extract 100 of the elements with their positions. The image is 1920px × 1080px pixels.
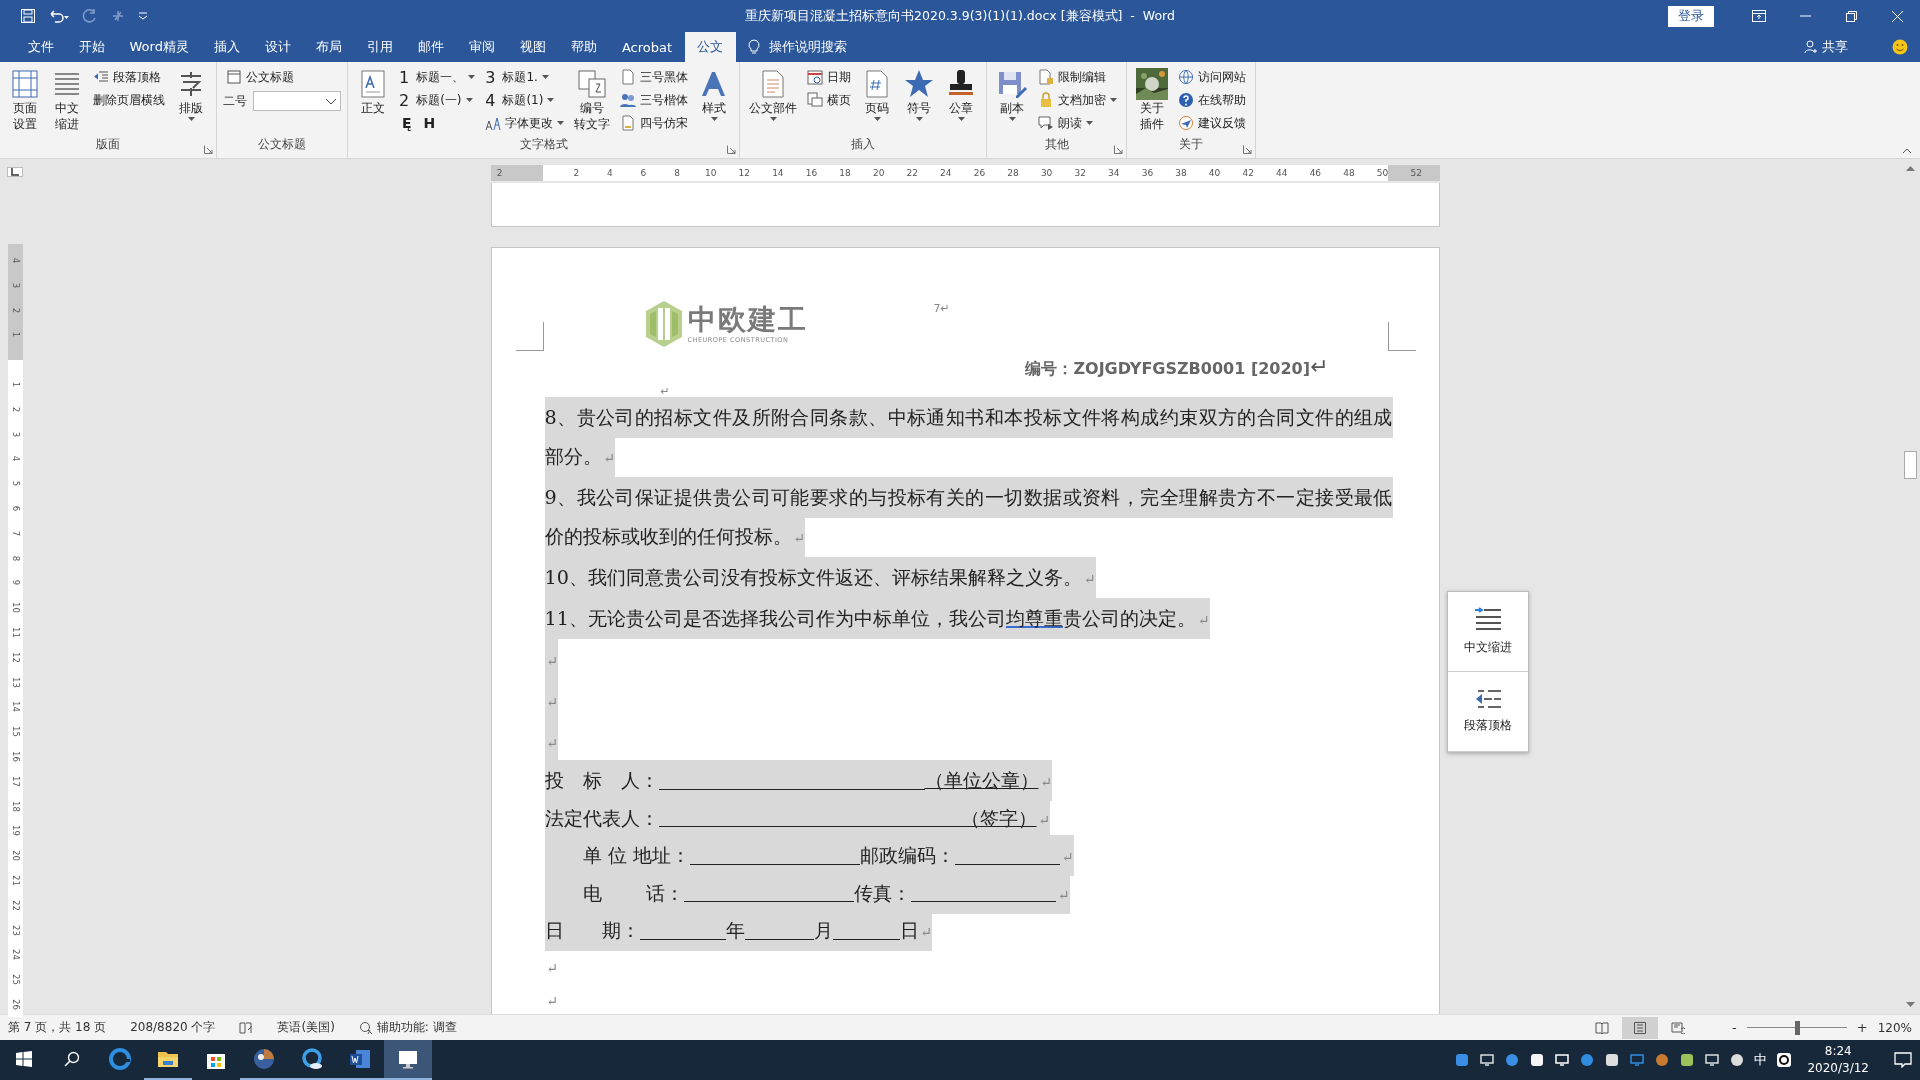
scroll-down-icon[interactable] (1905, 1002, 1915, 1008)
share-button[interactable]: 共享 (1798, 32, 1854, 62)
zoom-out-button[interactable]: - (1730, 1020, 1739, 1035)
ribbon-button[interactable]: 横页 (804, 89, 855, 111)
accessibility-status[interactable]: 辅助功能: 调查 (358, 1019, 457, 1036)
ruler-number: 6 (639, 168, 648, 178)
tray-icon[interactable] (1679, 1052, 1696, 1068)
ribbon-button[interactable]: 三号楷体 (617, 89, 692, 111)
search-icon (64, 1051, 80, 1067)
ribbon-button[interactable]: 页码 (858, 66, 897, 123)
ribbon-button[interactable]: 公文部件 (746, 66, 801, 123)
save-icon[interactable] (20, 8, 36, 24)
outdent-icon (1474, 689, 1502, 709)
tab-stop-selector[interactable] (7, 167, 23, 177)
customize-caret-icon[interactable] (138, 12, 148, 20)
ribbon-tab[interactable]: 公文 (684, 32, 736, 62)
dialog-launcher-icon[interactable] (1243, 145, 1253, 154)
ribbon-tab[interactable]: 设计 (252, 32, 304, 62)
ruler-number: 36 (1140, 168, 1155, 178)
tray-icon[interactable] (1704, 1052, 1721, 1068)
ribbon-button[interactable]: Ę (396, 112, 418, 134)
ribbon-button[interactable]: H (417, 112, 442, 134)
ribbon-button[interactable]: 在线帮助 (1175, 89, 1250, 111)
ribbon-button[interactable]: 4 标题(1) (482, 89, 568, 111)
view-button[interactable] (1622, 1016, 1659, 1039)
scroll-up-icon[interactable] (1905, 165, 1915, 171)
ruler-number: 14 (9, 700, 21, 715)
ribbon-tab[interactable]: 引用 (354, 32, 406, 62)
ribbon-tab[interactable]: 文件 (15, 32, 66, 62)
numbered-pages-icon (576, 68, 609, 100)
ruler-number: 15 (9, 725, 21, 739)
tray-icon[interactable] (1729, 1052, 1746, 1068)
app-tray-icon[interactable] (1776, 1052, 1793, 1068)
dialog-launcher-icon[interactable] (204, 145, 213, 154)
ribbon-button[interactable]: 限制编辑 (1035, 66, 1121, 88)
print-layout-icon (1633, 1021, 1648, 1034)
ruler-number: 12 (737, 168, 751, 178)
scrollbar-thumb[interactable] (1904, 451, 1917, 479)
tell-me-search[interactable]: 操作说明搜索 (768, 38, 847, 56)
speech-icon (1038, 115, 1055, 131)
ribbon-button[interactable]: 排版 (172, 66, 210, 123)
document-paragraph: 8、贵公司的招标文件及所附合同条款、中标通知书和本投标文件将构成约束双方的合同文件的组成部分。↵ (544, 398, 1393, 478)
taskbar-app[interactable] (384, 1040, 432, 1080)
ribbon-button[interactable]: 关于 插件 (1133, 66, 1172, 134)
ribbon-tab[interactable]: 邮件 (405, 32, 457, 62)
ruler-number: 26 (972, 168, 987, 178)
ribbon-button[interactable]: 页面 设置 (6, 66, 44, 134)
ribbon-button[interactable]: 删除页眉横线 (90, 89, 168, 111)
ribbon-button[interactable]: 2 标题(一) (396, 89, 479, 111)
ribbon-tab[interactable]: Word精灵 (117, 32, 202, 62)
tray-icon[interactable] (1554, 1052, 1571, 1068)
panel-button[interactable]: 段落顶格 (1448, 672, 1528, 752)
language[interactable]: 英语(美国) (277, 1019, 335, 1036)
smiley-icon[interactable] (1892, 39, 1908, 55)
ribbon-button[interactable]: 编号 转文字 (571, 66, 614, 134)
notification-icon[interactable] (1894, 1052, 1912, 1068)
redo-icon[interactable] (82, 8, 98, 24)
ribbon-tab[interactable]: 视图 (507, 32, 559, 62)
ribbon-button[interactable]: 3 标题1. (482, 66, 568, 88)
ribbon-tab[interactable]: 布局 (303, 32, 355, 62)
ribbon-button[interactable]: 字体更改 (482, 112, 568, 134)
zoom-in-button[interactable]: + (1854, 1020, 1870, 1035)
ribbon-button[interactable]: 公章 (942, 66, 981, 123)
proofing-icon[interactable] (239, 1021, 254, 1034)
ribbon-button[interactable]: 中文 缩进 (48, 66, 86, 134)
ribbon-button[interactable]: 符号 (900, 66, 939, 123)
ribbon-button[interactable]: 三号黑体 (617, 66, 692, 88)
login-button[interactable]: 登录 (1668, 5, 1714, 27)
undo-icon[interactable] (48, 8, 70, 24)
tray-icon[interactable] (1604, 1052, 1621, 1068)
ribbon-button[interactable]: 段落顶格 (90, 66, 168, 88)
dialog-launcher-icon[interactable] (727, 145, 737, 154)
ribbon-button[interactable]: 1 标题一、 (396, 66, 479, 88)
ruler-number: 23 (9, 923, 21, 938)
ribbon-button[interactable]: 日期 (804, 66, 855, 88)
zoom-level[interactable]: 120% (1877, 1020, 1912, 1035)
ribbon-button[interactable]: 四号仿宋 (617, 112, 692, 134)
ribbon-button[interactable]: 朗读 (1035, 112, 1121, 134)
ribbon-button[interactable]: 建议反馈 (1175, 112, 1250, 134)
zoom-slider-thumb[interactable] (1794, 1020, 1800, 1035)
ribbon-tab[interactable]: Acrobat (609, 32, 685, 62)
collapse-ribbon-icon[interactable] (1902, 148, 1912, 154)
ribbon-button[interactable]: 文档加密 (1035, 89, 1121, 111)
ribbon-button[interactable]: 访问网站 (1175, 66, 1250, 88)
input-method[interactable]: 中 (1754, 1051, 1768, 1069)
ruler-number: 11 (9, 625, 21, 640)
ribbon-tab[interactable]: 插入 (201, 32, 253, 62)
ribbon-tab[interactable]: 开始 (66, 32, 117, 62)
ribbon-button[interactable]: 正文 (354, 66, 392, 118)
ribbon-button[interactable]: 副本 (993, 66, 1032, 123)
ribbon-button[interactable]: 公文标题 (223, 66, 341, 88)
ribbon-tab[interactable]: 帮助 (558, 32, 610, 62)
clock[interactable]: 8:24 2020/3/12 (1801, 1043, 1875, 1077)
dialog-launcher-icon[interactable] (1114, 145, 1124, 154)
ruler-number: 14 (771, 168, 785, 178)
ribbon-tab[interactable]: 审阅 (456, 32, 508, 62)
panel-button[interactable]: 中文缩进 (1448, 592, 1528, 672)
ribbon-button[interactable]: 样式 (695, 66, 734, 123)
tray-icon[interactable] (1529, 1052, 1546, 1068)
tray-icon[interactable] (1479, 1052, 1496, 1068)
